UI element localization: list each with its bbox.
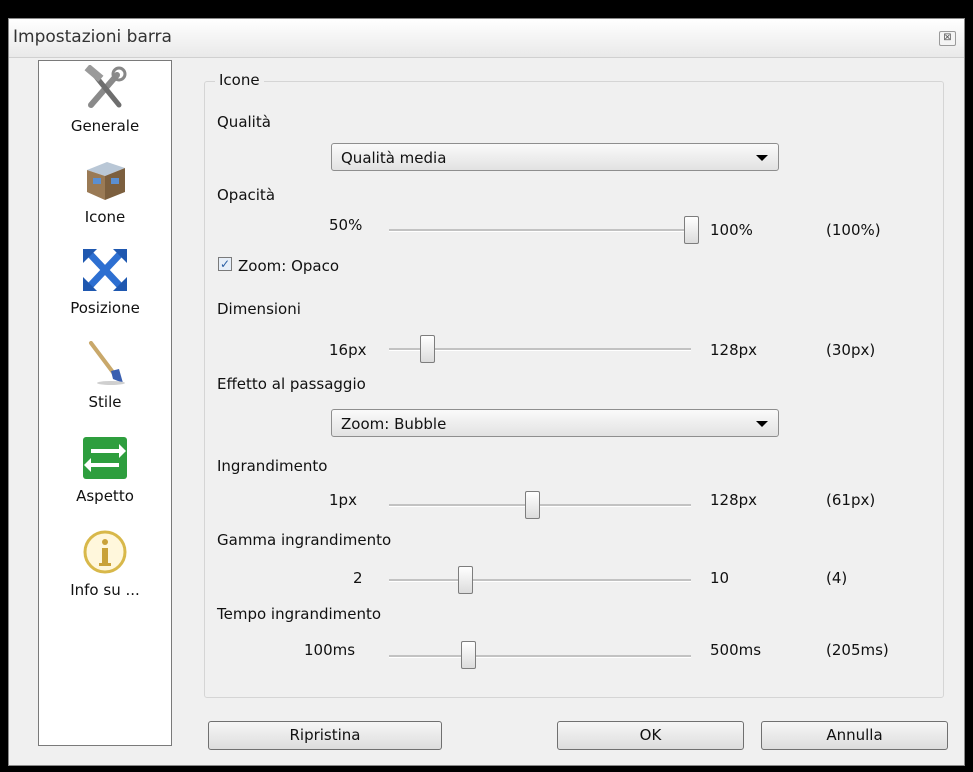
magnification-range-current: (4): [826, 569, 848, 587]
hover-effect-value: Zoom: Bubble: [341, 415, 447, 433]
zoom-opaque-label: Zoom: Opaco: [238, 257, 340, 275]
sidebar-item-label: Info su ...: [70, 581, 140, 599]
sidebar-item-stile[interactable]: Stile: [39, 341, 171, 431]
opacity-label: Opacità: [217, 186, 276, 204]
box-icon: [87, 162, 125, 200]
hover-effect-dropdown[interactable]: Zoom: Bubble: [331, 409, 779, 437]
opacity-slider-thumb[interactable]: [684, 216, 699, 244]
quality-label: Qualità: [217, 113, 271, 131]
sidebar-item-icone[interactable]: Icone: [39, 156, 171, 246]
sidebar-item-info[interactable]: Info su ...: [39, 529, 171, 619]
cancel-button[interactable]: Annulla: [761, 721, 948, 750]
group-title: Icone: [215, 71, 264, 89]
magnification-time-slider-thumb[interactable]: [461, 641, 477, 669]
sidebar-item-aspetto[interactable]: Aspetto: [39, 435, 171, 525]
tools-icon: [84, 65, 127, 108]
magnification-range-max: 10: [710, 569, 730, 587]
sidebar-item-generale[interactable]: Generale: [39, 65, 171, 155]
magnification-max: 128px: [710, 491, 758, 509]
dimensions-min: 16px: [329, 341, 367, 359]
magnification-time-min: 100ms: [304, 641, 356, 659]
quality-value: Qualità media: [341, 149, 447, 167]
move-arrows-icon: [83, 249, 127, 291]
magnification-time-max: 500ms: [710, 641, 762, 659]
sidebar: Generale Icone Posizione Stile Aspetto I…: [38, 60, 172, 746]
magnification-time-slider-track[interactable]: [389, 655, 691, 658]
dimensions-max: 128px: [710, 341, 758, 359]
magnification-label: Ingrandimento: [217, 457, 328, 475]
chevron-down-icon: [756, 421, 768, 427]
magnification-range-slider-thumb[interactable]: [457, 566, 473, 594]
magnification-range-min: 2: [353, 569, 363, 587]
zoom-opaque-checkbox[interactable]: ✓: [218, 257, 232, 271]
dimensions-current: (30px): [826, 341, 876, 359]
ok-button[interactable]: OK: [557, 721, 744, 750]
sidebar-item-label: Icone: [84, 208, 126, 226]
opacity-max: 100%: [710, 221, 753, 239]
sidebar-item-label: Posizione: [70, 299, 140, 317]
opacity-current: (100%): [826, 221, 881, 239]
dimensions-label: Dimensioni: [217, 300, 301, 318]
sidebar-item-label: Generale: [70, 117, 140, 135]
brush-icon: [89, 341, 125, 385]
info-icon: [83, 530, 127, 574]
magnification-slider-thumb[interactable]: [524, 491, 540, 519]
magnification-time-label: Tempo ingrandimento: [217, 605, 382, 623]
sidebar-item-label: Aspetto: [76, 487, 134, 505]
magnification-time-current: (205ms): [826, 641, 889, 659]
sidebar-item-label: Stile: [88, 393, 122, 411]
title-bar: Impostazioni barra ⊠: [9, 19, 964, 58]
reset-button[interactable]: Ripristina: [208, 721, 442, 750]
magnification-range-label: Gamma ingrandimento: [217, 531, 392, 549]
quality-dropdown[interactable]: Qualità media: [331, 143, 779, 171]
magnification-current: (61px): [826, 491, 876, 509]
opacity-min: 50%: [329, 216, 363, 234]
magnification-slider-track[interactable]: [389, 504, 691, 507]
close-icon[interactable]: ⊠: [939, 31, 956, 46]
chevron-down-icon: [756, 155, 768, 161]
sidebar-item-posizione[interactable]: Posizione: [39, 247, 171, 337]
dimensions-slider-thumb[interactable]: [419, 335, 435, 363]
window-title: Impostazioni barra: [13, 27, 172, 47]
magnification-range-slider-track[interactable]: [389, 579, 691, 582]
magnification-min: 1px: [329, 491, 357, 509]
hover-effect-label: Effetto al passaggio: [217, 375, 366, 393]
swap-arrows-icon: [83, 437, 127, 479]
opacity-slider-track[interactable]: [389, 229, 691, 232]
